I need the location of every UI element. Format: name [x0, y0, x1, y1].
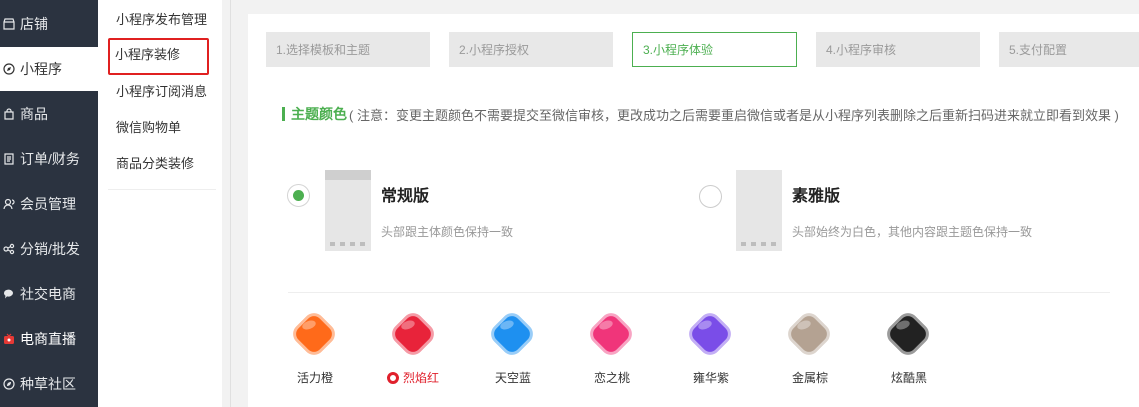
- color-label-orange[interactable]: 活力橙: [297, 369, 333, 386]
- sidebar-item-label: 分销/批发: [20, 241, 80, 257]
- swatch-shape: [585, 308, 637, 360]
- sidebar-item-store[interactable]: 店铺: [0, 2, 98, 46]
- step-experience[interactable]: 3.小程序体验: [632, 32, 797, 67]
- theme-color-heading: 主题颜色 ( 注意：变更主题颜色不需要提交至微信审核，更改成功之后需要重启微信或…: [282, 104, 1119, 124]
- heading-accent-bar: [282, 107, 285, 121]
- swatch-shape: [882, 308, 934, 360]
- sidebar-item-label: 订单/财务: [20, 151, 80, 167]
- step-authorize[interactable]: 2.小程序授权: [449, 32, 613, 67]
- sidebar-item-live[interactable]: 电商直播: [0, 317, 98, 361]
- swatch-shape: [684, 308, 736, 360]
- color-label-black[interactable]: 炫酷黑: [891, 369, 927, 386]
- version-regular-radio[interactable]: [287, 184, 310, 207]
- selected-radio-icon: [387, 371, 399, 384]
- color-swatch-brown[interactable]: [783, 308, 835, 360]
- submenu-item-subscribe-msg[interactable]: 小程序订阅消息: [116, 81, 207, 100]
- users-icon: [3, 198, 15, 210]
- sidebar-item-label: 种草社区: [20, 376, 76, 392]
- sidebar-item-community[interactable]: 种草社区: [0, 362, 98, 406]
- sidebar-item-goods[interactable]: 商品: [0, 92, 98, 136]
- color-label-brown[interactable]: 金属棕: [792, 369, 828, 386]
- sidebar-item-distribution[interactable]: 分销/批发: [0, 227, 98, 271]
- compass-icon: [3, 63, 15, 75]
- color-swatch-blue[interactable]: [486, 308, 538, 360]
- submenu-item-publish[interactable]: 小程序发布管理: [116, 9, 207, 28]
- chat-icon: [3, 288, 15, 300]
- sidebar-item-label: 社交电商: [20, 286, 76, 302]
- store-icon: [3, 18, 15, 30]
- submenu-item-decoration[interactable]: 小程序装修: [108, 38, 209, 75]
- color-swatch-orange[interactable]: [288, 308, 340, 360]
- swatch-shape: [387, 308, 439, 360]
- receipt-icon: [3, 153, 15, 165]
- color-label-purple[interactable]: 雍华紫: [693, 369, 729, 386]
- version-elegant-title: 素雅版: [792, 188, 841, 205]
- preview-header: [736, 170, 782, 180]
- section-title: 主题颜色: [291, 106, 347, 122]
- main-sidebar: 店铺 小程序 商品 订单/财务 会员管理 分销/批发 社交电商 电商直播 种草社…: [0, 0, 98, 407]
- step-review[interactable]: 4.小程序审核: [816, 32, 980, 67]
- community-icon: [3, 378, 15, 390]
- preview-tabbar: [741, 242, 776, 246]
- swatch-shape: [486, 308, 538, 360]
- color-label-pink[interactable]: 恋之桃: [594, 369, 630, 386]
- step-payment[interactable]: 5.支付配置: [999, 32, 1139, 67]
- version-elegant-desc: 头部始终为白色，其他内容跟主题色保持一致: [792, 225, 1033, 239]
- submenu-item-label: 小程序装修: [115, 47, 181, 62]
- divider: [230, 0, 231, 407]
- submenu-divider: [108, 189, 216, 190]
- section-note: ( 注意：变更主题颜色不需要提交至微信审核，更改成功之后需要重启微信或者是从小程…: [349, 107, 1119, 123]
- preview-tabbar: [330, 242, 365, 246]
- color-label-red[interactable]: 烈焰红: [387, 369, 439, 386]
- color-label-text: 烈焰红: [403, 371, 440, 385]
- section-divider: [288, 292, 1110, 293]
- color-swatch-red[interactable]: [387, 308, 439, 360]
- submenu-item-category-decoration[interactable]: 商品分类装修: [116, 153, 194, 172]
- swatch-shape: [288, 308, 340, 360]
- color-swatch-pink[interactable]: [585, 308, 637, 360]
- version-elegant-preview: [736, 170, 782, 251]
- version-regular-preview: [325, 170, 371, 251]
- bag-icon: [3, 108, 15, 120]
- version-regular-desc: 头部跟主体颜色保持一致: [381, 225, 514, 239]
- live-tv-icon: [3, 333, 15, 345]
- sidebar-item-miniprogram[interactable]: 小程序: [0, 47, 98, 91]
- sidebar-item-label: 电商直播: [20, 331, 76, 347]
- sidebar-item-label: 店铺: [20, 16, 48, 32]
- submenu-item-shopping-list[interactable]: 微信购物单: [116, 117, 181, 136]
- preview-header: [325, 170, 371, 180]
- sidebar-item-social[interactable]: 社交电商: [0, 272, 98, 316]
- share-icon: [3, 243, 15, 255]
- sidebar-item-label: 小程序: [20, 61, 62, 77]
- sidebar-item-label: 商品: [20, 106, 48, 122]
- color-label-blue[interactable]: 天空蓝: [495, 369, 531, 386]
- version-elegant-radio[interactable]: [699, 185, 722, 208]
- sidebar-item-members[interactable]: 会员管理: [0, 182, 98, 226]
- step-select-template[interactable]: 1.选择模板和主题: [266, 32, 430, 67]
- main-panel: 1.选择模板和主题 2.小程序授权 3.小程序体验 4.小程序审核 5.支付配置…: [248, 14, 1139, 407]
- color-swatch-purple[interactable]: [684, 308, 736, 360]
- version-regular-title: 常规版: [381, 188, 430, 205]
- sidebar-item-label: 会员管理: [20, 196, 76, 212]
- sidebar-item-orders[interactable]: 订单/财务: [0, 137, 98, 181]
- swatch-shape: [783, 308, 835, 360]
- color-swatch-black[interactable]: [882, 308, 934, 360]
